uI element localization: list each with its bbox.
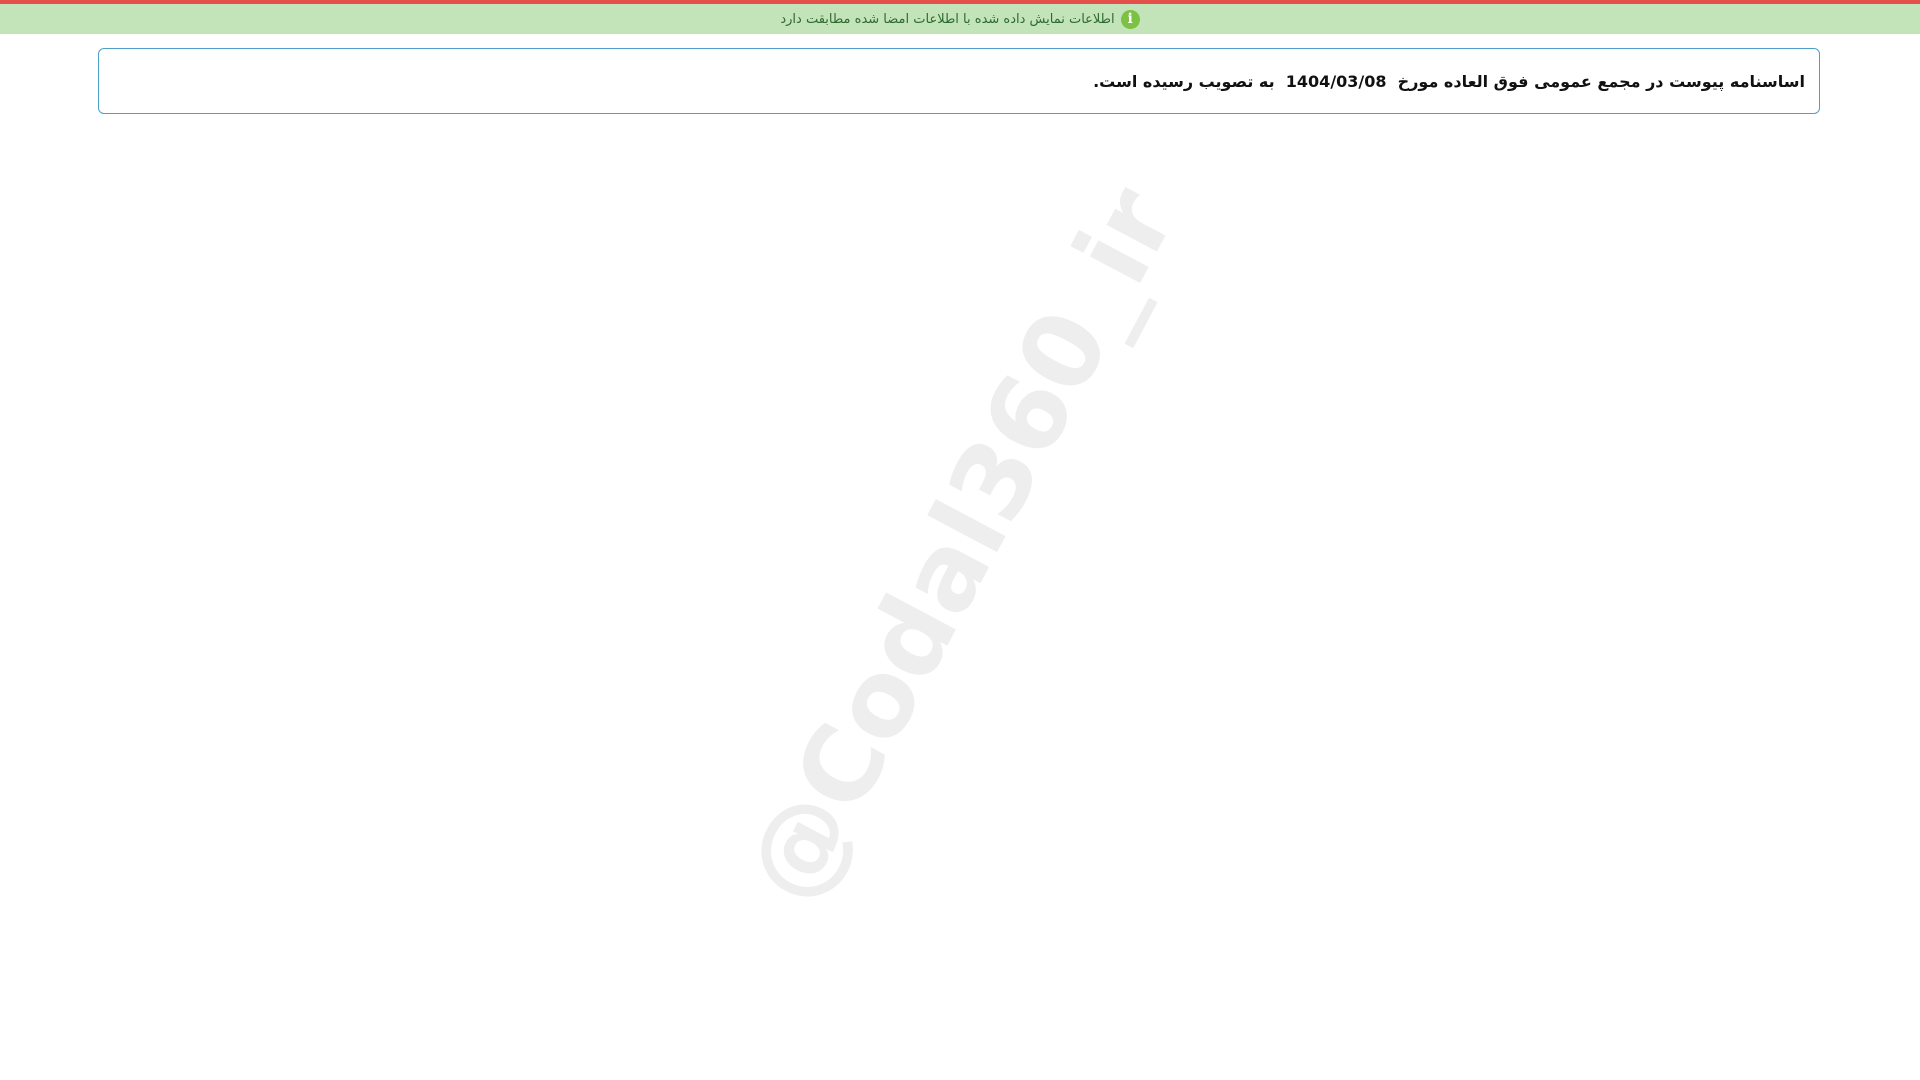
banner-text: اطلاعات نمایش داده شده با اطلاعات امضا ش… [780, 11, 1115, 27]
notice-box: اساسنامه پیوست در مجمع عمومی فوق العاده … [98, 48, 1820, 114]
verification-banner: i اطلاعات نمایش داده شده با اطلاعات امضا… [0, 4, 1920, 34]
info-icon: i [1120, 9, 1140, 29]
watermark: @Codal360_ir [721, 168, 1199, 922]
notice-text: اساسنامه پیوست در مجمع عمومی فوق العاده … [1093, 71, 1805, 91]
